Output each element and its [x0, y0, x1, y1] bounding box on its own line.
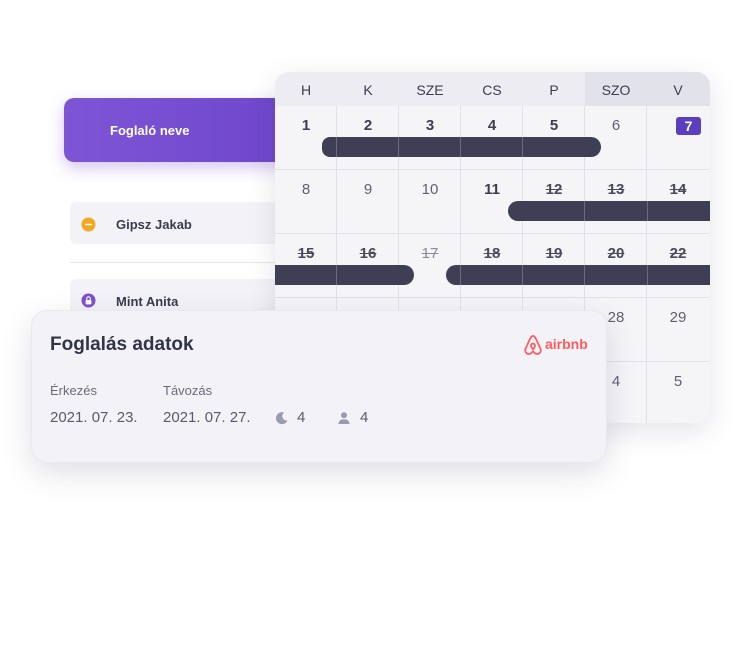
calendar-day-number: 19: [545, 245, 563, 262]
bar-divider: [460, 265, 461, 285]
list-divider: [70, 262, 275, 263]
calendar-day-number: 12: [545, 181, 563, 198]
moon-icon: [275, 412, 288, 425]
calendar-day-number: 29: [669, 309, 687, 326]
weekday-label: H: [300, 82, 312, 98]
calendar-day-number: 1: [301, 117, 311, 134]
bar-divider: [647, 201, 648, 221]
guests-count: 4: [360, 409, 369, 426]
weekday-label: P: [549, 82, 559, 98]
booking-details-card: [31, 310, 607, 463]
booker-name-label: Foglaló neve: [110, 123, 190, 138]
calendar-day-number: 2: [363, 117, 373, 134]
calendar-day-number: 16: [359, 245, 377, 262]
calendar-day-cell[interactable]: [337, 170, 399, 234]
booking-bar[interactable]: [446, 265, 710, 285]
calendar-day-number: 22: [669, 245, 687, 262]
today-badge[interactable]: 7: [676, 117, 701, 135]
bar-divider: [398, 137, 399, 157]
calendar-day-number: 9: [363, 181, 373, 198]
weekday-label: CS: [482, 82, 502, 98]
calendar-day-cell[interactable]: [647, 298, 709, 362]
booking-bar[interactable]: [275, 265, 414, 285]
arrival-label: Érkezés: [50, 383, 97, 398]
calendar-day-number: 14: [669, 181, 687, 198]
calendar-day-number: 20: [607, 245, 625, 262]
guest-name: Mint Anita: [116, 294, 179, 309]
weekday-label: SZE: [416, 82, 444, 98]
calendar-day-cell[interactable]: [647, 106, 709, 170]
bar-divider: [522, 137, 523, 157]
weekday-label: V: [673, 82, 683, 98]
bar-divider: [336, 137, 337, 157]
calendar-day-cell[interactable]: [275, 170, 337, 234]
minus-circle-icon: [81, 217, 96, 232]
bar-divider: [584, 201, 585, 221]
arrival-date: 2021. 07. 23.: [50, 409, 138, 426]
calendar-day-number: 8: [301, 181, 311, 198]
weekday-label: K: [363, 82, 373, 98]
bar-divider: [584, 265, 585, 285]
calendar-day-number: 5: [673, 373, 683, 390]
calendar-day-number: 18: [483, 245, 501, 262]
lock-icon: [81, 293, 96, 308]
airbnb-logo-icon: [524, 335, 542, 355]
booking-bar[interactable]: [508, 201, 710, 221]
weekday-label: SZO: [601, 82, 631, 98]
bar-divider: [647, 265, 648, 285]
bar-divider: [460, 137, 461, 157]
calendar-day-cell[interactable]: [647, 362, 709, 423]
booking-bar[interactable]: [322, 137, 601, 157]
calendar-day-number: 3: [425, 117, 435, 134]
calendar-day-number: 15: [297, 245, 315, 262]
booking-source: airbnb: [545, 336, 588, 352]
person-icon: [338, 412, 350, 424]
calendar-day-number: 6: [611, 117, 621, 134]
calendar-day-number: 17: [421, 245, 439, 262]
nights-count: 4: [297, 409, 306, 426]
calendar-day-number: 4: [487, 117, 497, 134]
details-title: Foglalás adatok: [50, 334, 194, 355]
calendar-day-number: 13: [607, 181, 625, 198]
calendar-day-number: 11: [484, 181, 500, 198]
calendar-day-cell[interactable]: [399, 170, 461, 234]
departure-label: Távozás: [163, 383, 213, 398]
bar-divider: [336, 265, 337, 285]
bar-divider: [522, 265, 523, 285]
guest-name: Gipsz Jakab: [116, 217, 192, 232]
calendar-day-number: 5: [549, 117, 559, 134]
departure-date: 2021. 07. 27.: [163, 409, 251, 426]
calendar-day-number: 10: [421, 181, 439, 198]
